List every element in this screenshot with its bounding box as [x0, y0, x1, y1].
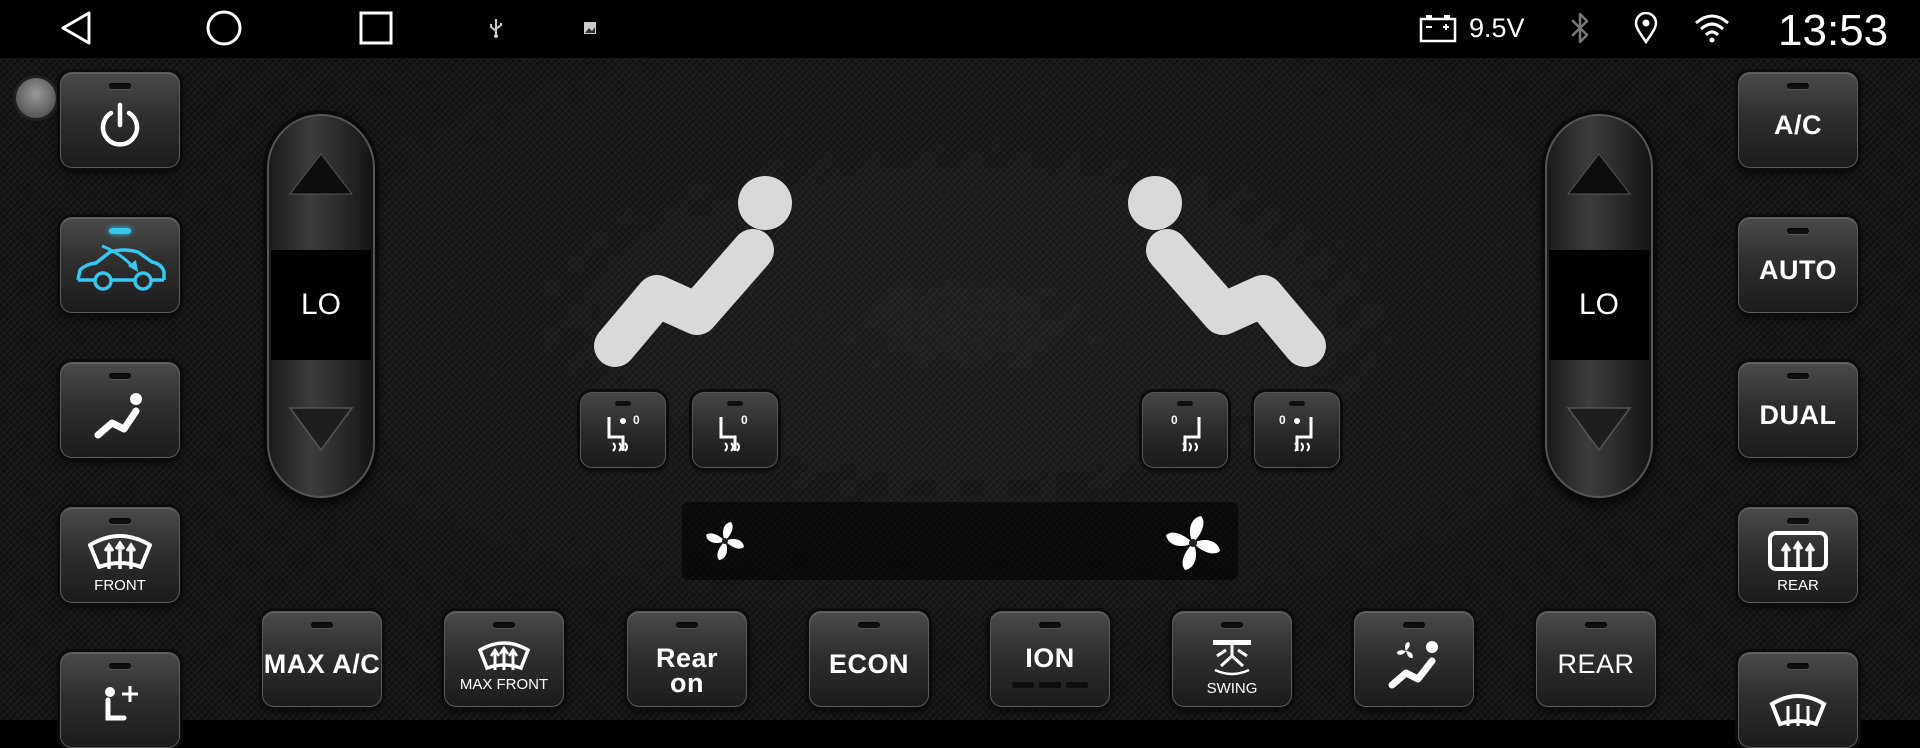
- voltage-readout: 9.5V: [1469, 13, 1525, 43]
- defrost-button[interactable]: [1738, 652, 1858, 748]
- recirculation-button[interactable]: [60, 217, 180, 313]
- max-ac-button[interactable]: MAX A/C: [262, 611, 382, 707]
- right-temperature-control: LO: [1545, 114, 1653, 498]
- bluetooth-icon: [1566, 8, 1594, 48]
- fan-speed-bar[interactable]: [682, 502, 1238, 580]
- econ-label: ECON: [828, 648, 909, 679]
- ac-label: A/C: [1774, 109, 1822, 140]
- seat-heat-left-level: 0: [741, 413, 748, 427]
- rear-on-button[interactable]: Rear on: [627, 611, 747, 707]
- fan-speed-up-button[interactable]: [1162, 512, 1224, 578]
- front-defrost-label: FRONT: [94, 576, 146, 594]
- seat-heat-icon: 0: [1171, 413, 1201, 452]
- left-seat-figure[interactable]: [585, 168, 805, 378]
- battery-icon: [1418, 8, 1458, 48]
- right-temp-down-button[interactable]: [1547, 406, 1651, 452]
- seat-person-fan-icon: [1388, 641, 1438, 689]
- seat-fan-button[interactable]: [1354, 611, 1474, 707]
- max-front-label: MAX FRONT: [459, 675, 549, 693]
- rear-defrost-label: REAR: [1777, 576, 1819, 594]
- ion-level-indicator: [1012, 681, 1088, 688]
- wifi-icon: [1692, 8, 1732, 48]
- left-temp-display: LO: [271, 250, 371, 360]
- seat-heat-left-button[interactable]: 0: [692, 392, 778, 468]
- fan-speed-down-button[interactable]: [702, 518, 748, 568]
- triangle-down-icon: [288, 407, 354, 452]
- seat-add-button[interactable]: [60, 652, 180, 748]
- left-temp-up-button[interactable]: [269, 152, 373, 196]
- seat-heat-right-button[interactable]: 0: [1142, 392, 1228, 468]
- triangle-up-icon: [1566, 153, 1632, 195]
- ion-label: ION: [1025, 642, 1075, 673]
- swing-icon: [1213, 639, 1251, 675]
- ion-button[interactable]: ION: [990, 611, 1110, 707]
- seat-vent-right-button[interactable]: 0: [1254, 392, 1340, 468]
- auto-label: AUTO: [1758, 254, 1837, 285]
- seat-heat-icon: 0: [719, 413, 748, 452]
- image-icon: [580, 8, 600, 48]
- power-button[interactable]: [60, 72, 180, 168]
- max-front-button[interactable]: MAX FRONT: [444, 611, 564, 707]
- home-icon[interactable]: [202, 8, 246, 48]
- left-temperature-control: LO: [267, 114, 375, 498]
- auto-button[interactable]: AUTO: [1738, 217, 1858, 313]
- usb-icon: [484, 8, 508, 48]
- seat-fan-icon: 0: [607, 413, 640, 452]
- seat-heat-right-level: 0: [1171, 413, 1178, 427]
- clock: 13:53: [1778, 6, 1889, 55]
- power-icon: [100, 102, 140, 147]
- front-defrost-icon: [88, 533, 152, 569]
- econ-button[interactable]: ECON: [809, 611, 929, 707]
- seat-fan-icon: 0: [1279, 413, 1313, 452]
- location-icon: [1632, 8, 1660, 48]
- right-temp-display: LO: [1549, 250, 1649, 360]
- seat-vent-left-level: 0: [633, 413, 640, 427]
- seat-plus-icon: [105, 686, 138, 721]
- recents-icon[interactable]: [354, 8, 398, 48]
- status-bar: 9.5V 13:53: [0, 0, 1920, 58]
- left-temp-down-button[interactable]: [269, 406, 373, 452]
- drawer-handle[interactable]: [16, 78, 56, 118]
- front-defrost-button[interactable]: FRONT: [60, 507, 180, 603]
- dual-button[interactable]: DUAL: [1738, 362, 1858, 458]
- rear-defrost-button[interactable]: REAR: [1738, 507, 1858, 603]
- fan-large-icon: [1166, 516, 1220, 570]
- triangle-up-icon: [288, 153, 354, 195]
- seat-vent-right-level: 0: [1279, 413, 1286, 427]
- swing-label: SWING: [1206, 679, 1258, 697]
- rear-on-label-line2: on: [670, 668, 704, 698]
- fan-small-icon: [706, 522, 744, 560]
- right-temp-up-button[interactable]: [1547, 152, 1651, 196]
- seat-person-icon: [94, 393, 142, 439]
- seat-airflow-button[interactable]: [60, 362, 180, 458]
- swing-button[interactable]: SWING: [1172, 611, 1292, 707]
- rear-button[interactable]: REAR: [1536, 611, 1656, 707]
- rear-defrost-icon: [1768, 530, 1828, 571]
- rear-label: REAR: [1557, 648, 1635, 679]
- max-ac-label: MAX A/C: [263, 648, 381, 679]
- ac-button[interactable]: A/C: [1738, 72, 1858, 168]
- triangle-down-icon: [1566, 407, 1632, 452]
- front-defrost-icon: [1769, 694, 1827, 727]
- car-recirculation-icon: [76, 244, 166, 291]
- seat-vent-left-button[interactable]: 0: [580, 392, 666, 468]
- right-seat-figure[interactable]: [1115, 168, 1335, 378]
- dual-label: DUAL: [1759, 399, 1837, 430]
- back-icon[interactable]: [54, 8, 98, 48]
- front-defrost-icon: [477, 640, 531, 670]
